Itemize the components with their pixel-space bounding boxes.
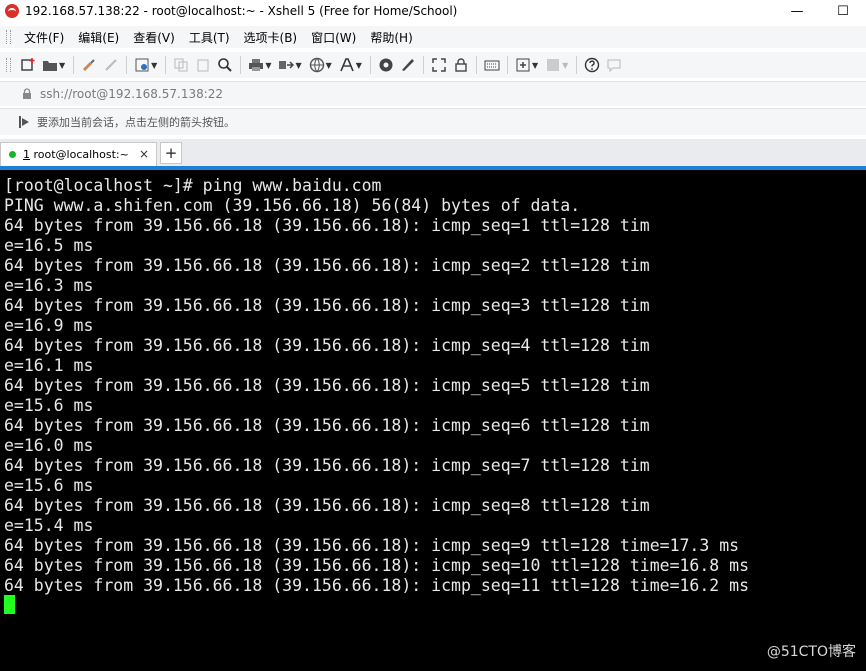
menu-edit[interactable]: 编辑(E): [71, 29, 126, 46]
toolbar-divider: [475, 56, 477, 74]
chevron-down-icon[interactable]: ▼: [356, 61, 362, 70]
tab-title: root@localhost:~: [30, 148, 129, 161]
menu-grip: [6, 30, 11, 44]
padlock-icon: [20, 87, 34, 101]
add-tab-button[interactable]: +: [160, 142, 182, 164]
xshell-app-icon[interactable]: [5, 4, 19, 18]
toolbar-divider: [165, 56, 167, 74]
chevron-down-icon[interactable]: ▼: [265, 61, 271, 70]
fullscreen-icon[interactable]: [430, 56, 448, 74]
chevron-down-icon[interactable]: ▼: [295, 61, 301, 70]
terminal-line: e=16.5 ms: [4, 236, 94, 255]
properties-icon[interactable]: [133, 56, 151, 74]
tab-number: 1: [23, 148, 30, 161]
watermark: @51CTO博客: [766, 644, 856, 660]
compose-icon[interactable]: [399, 56, 417, 74]
tab-session-1[interactable]: 1 root@localhost:~ ×: [0, 142, 157, 166]
find-icon[interactable]: [216, 56, 234, 74]
terminal-output: [root@localhost ~]# ping www.baidu.com PI…: [4, 176, 749, 596]
session-hint-text: 要添加当前会话，点击左侧的箭头按钮。: [37, 116, 235, 129]
keyboard-icon[interactable]: [483, 56, 501, 74]
terminal-line: 64 bytes from 39.156.66.18 (39.156.66.18…: [4, 256, 650, 275]
terminal-line: e=16.1 ms: [4, 356, 94, 375]
terminal-pane[interactable]: [root@localhost ~]# ping www.baidu.com PI…: [0, 170, 866, 671]
menu-bar: 文件(F) 编辑(E) 查看(V) 工具(T) 选项卡(B) 窗口(W) 帮助(…: [0, 26, 866, 48]
menu-file[interactable]: 文件(F): [17, 29, 71, 46]
terminal-line: 64 bytes from 39.156.66.18 (39.156.66.18…: [4, 336, 650, 355]
address-bar: ssh://root@192.168.57.138:22: [0, 81, 866, 106]
chevron-down-icon: ▼: [562, 60, 569, 70]
menu-view[interactable]: 查看(V): [126, 29, 182, 46]
window-title: 192.168.57.138:22 - root@localhost:~ - X…: [25, 4, 458, 18]
toolbar-divider: [73, 56, 75, 74]
terminal-line: PING www.a.shifen.com (39.156.66.18) 56(…: [4, 196, 581, 215]
chevron-down-icon[interactable]: ▼: [59, 61, 65, 70]
terminal-line: 64 bytes from 39.156.66.18 (39.156.66.18…: [4, 556, 750, 575]
lock-icon[interactable]: [452, 56, 470, 74]
terminal-line: 64 bytes from 39.156.66.18 (39.156.66.18…: [4, 496, 650, 515]
terminal-line: 64 bytes from 39.156.66.18 (39.156.66.18…: [4, 296, 650, 315]
help-icon[interactable]: [583, 56, 601, 74]
toolbar: ▼ ▼ ▼ ▼ ▼ ▼ ▼ ▼: [0, 52, 866, 78]
chevron-down-icon[interactable]: ▼: [532, 61, 538, 70]
chevron-down-icon[interactable]: ▼: [326, 61, 332, 70]
terminal-line: 64 bytes from 39.156.66.18 (39.156.66.18…: [4, 536, 740, 555]
toolbar-divider: [576, 56, 578, 74]
menu-tools[interactable]: 工具(T): [182, 29, 237, 46]
minimize-button[interactable]: —: [774, 0, 820, 22]
disconnect-icon: [102, 56, 120, 74]
tab-strip: 1 root@localhost:~ ×: [0, 139, 866, 166]
layout-icon: [544, 56, 562, 74]
toolbar-divider: [422, 56, 424, 74]
print-icon[interactable]: [247, 56, 265, 74]
close-tab-icon[interactable]: ×: [139, 147, 149, 161]
font-icon[interactable]: [338, 56, 356, 74]
xftp-icon[interactable]: [377, 56, 395, 74]
terminal-line: 64 bytes from 39.156.66.18 (39.156.66.18…: [4, 456, 650, 475]
menu-help[interactable]: 帮助(H): [363, 29, 419, 46]
paste-icon: [194, 56, 212, 74]
terminal-line: e=16.0 ms: [4, 436, 94, 455]
title-bar: 192.168.57.138:22 - root@localhost:~ - X…: [0, 0, 866, 22]
terminal-line: 64 bytes from 39.156.66.18 (39.156.66.18…: [4, 216, 650, 235]
copy-icon: [172, 56, 190, 74]
terminal-line: e=16.3 ms: [4, 276, 94, 295]
tab-label: 1 root@localhost:~: [23, 148, 129, 161]
add-toolbar-icon[interactable]: [514, 56, 532, 74]
new-session-icon[interactable]: [19, 56, 37, 74]
connected-status-icon: [9, 151, 16, 158]
chevron-down-icon[interactable]: ▼: [151, 61, 157, 70]
terminal-line: e=15.4 ms: [4, 516, 94, 535]
window-controls: — ☐: [774, 0, 866, 22]
reconnect-icon[interactable]: [80, 56, 98, 74]
maximize-button[interactable]: ☐: [820, 0, 866, 22]
toolbar-divider: [240, 56, 242, 74]
terminal-cursor: [4, 595, 15, 614]
menu-tabs[interactable]: 选项卡(B): [237, 29, 305, 46]
toolbar-divider: [126, 56, 128, 74]
toolbar-divider: [506, 56, 508, 74]
add-session-arrow-icon[interactable]: [17, 115, 31, 129]
terminal-line: [root@localhost ~]# ping www.baidu.com: [4, 176, 382, 195]
menu-window[interactable]: 窗口(W): [304, 29, 363, 46]
terminal-line: 64 bytes from 39.156.66.18 (39.156.66.18…: [4, 376, 650, 395]
open-folder-icon[interactable]: [41, 56, 59, 74]
address-input[interactable]: ssh://root@192.168.57.138:22: [40, 87, 223, 101]
terminal-line: 64 bytes from 39.156.66.18 (39.156.66.18…: [4, 416, 650, 435]
terminal-line: e=15.6 ms: [4, 396, 94, 415]
chat-icon: [605, 56, 623, 74]
globe-icon[interactable]: [308, 56, 326, 74]
terminal-line: e=16.9 ms: [4, 316, 94, 335]
terminal-line: 64 bytes from 39.156.66.18 (39.156.66.18…: [4, 576, 750, 595]
session-hint-bar: 要添加当前会话，点击左侧的箭头按钮。: [0, 108, 866, 135]
transfer-icon[interactable]: [277, 56, 295, 74]
toolbar-grip: [6, 58, 11, 72]
terminal-line: e=15.6 ms: [4, 476, 94, 495]
toolbar-divider: [369, 56, 371, 74]
